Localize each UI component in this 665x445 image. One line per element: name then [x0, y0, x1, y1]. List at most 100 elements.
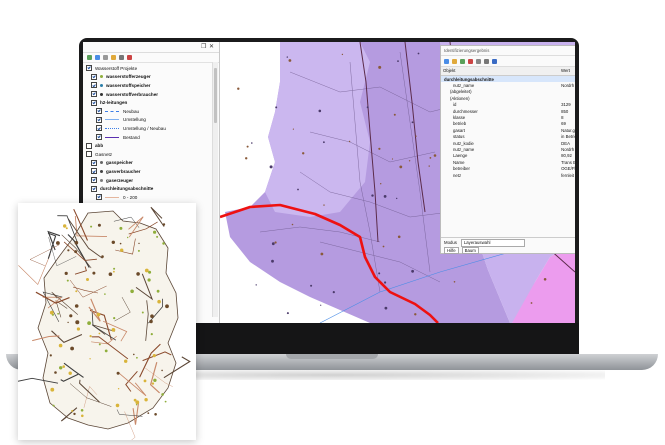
- facility-marker: [271, 242, 275, 246]
- facility-dot: [74, 240, 79, 245]
- layer-checkbox[interactable]: [96, 108, 102, 115]
- facility-dot: [144, 268, 149, 273]
- layer-row[interactable]: Neubau: [83, 107, 219, 116]
- line-symbol-icon: [105, 136, 119, 138]
- layer-row[interactable]: Gasnetz: [83, 150, 219, 159]
- facility-dot: [147, 412, 150, 414]
- remove-layer-icon[interactable]: [127, 55, 132, 60]
- layer-checkbox[interactable]: [86, 142, 92, 149]
- facility-dot: [149, 319, 153, 324]
- view-select[interactable]: Baum: [461, 247, 479, 254]
- facility-dot: [89, 335, 92, 338]
- layer-row[interactable]: Umstellung: [83, 116, 219, 125]
- layer-checkbox[interactable]: [91, 99, 97, 106]
- filter-icon[interactable]: [103, 55, 108, 60]
- attribute-row[interactable]: betreiber OGE/Fl: [441, 165, 575, 171]
- attribute-row[interactable]: Name Trans E: [441, 159, 575, 165]
- facility-marker: [411, 121, 414, 124]
- facility-dot: [56, 241, 60, 245]
- layer-row[interactable]: gasverbraucher: [83, 167, 219, 176]
- attribute-row[interactable]: betrieb 69: [441, 121, 575, 127]
- layer-checkbox[interactable]: [96, 134, 102, 141]
- identify-layer-name: durchleitungsabschnitte: [444, 76, 494, 82]
- attribute-row[interactable]: nutz_name Nordrh: [441, 146, 575, 152]
- layer-row[interactable]: gaserzeuger: [83, 176, 219, 185]
- attribute-row[interactable]: status in Betrie: [441, 134, 575, 140]
- add-group-icon[interactable]: [95, 55, 100, 60]
- attribute-row[interactable]: nutz_name Nordrh: [441, 82, 575, 88]
- layer-row[interactable]: h2-leitungen: [83, 98, 219, 107]
- layer-checkbox[interactable]: [96, 116, 102, 123]
- layer-symbol-icon: [100, 169, 103, 173]
- print-icon[interactable]: [484, 58, 489, 64]
- attribute-row[interactable]: netz fernleit: [441, 172, 575, 178]
- identify-layer-row[interactable]: durchleitungsabschnitte: [441, 76, 575, 83]
- layer-checkbox[interactable]: [96, 125, 102, 132]
- attribute-value: 69: [561, 121, 566, 127]
- attribute-row[interactable]: (Aktionen): [441, 95, 575, 101]
- facility-marker: [397, 60, 399, 62]
- mode-select[interactable]: Layerauswahl: [460, 238, 525, 247]
- scroll-thumb[interactable]: [214, 68, 217, 123]
- settings-icon[interactable]: [492, 58, 497, 64]
- layer-row[interactable]: durchleitungsabschnitte: [83, 184, 219, 193]
- collapse-tree-icon[interactable]: [452, 58, 457, 64]
- facility-dot: [70, 346, 74, 351]
- layer-group-row[interactable]: Wasserstoff Projekte: [83, 64, 219, 73]
- layer-row[interactable]: 0 - 200: [83, 193, 219, 202]
- facility-marker: [251, 142, 253, 144]
- copy-feature-icon[interactable]: [476, 58, 481, 64]
- layer-row[interactable]: wasserstoffspeicher: [83, 81, 219, 90]
- facility-marker: [396, 197, 398, 200]
- close-icon[interactable]: ✕: [209, 44, 214, 50]
- layer-row[interactable]: Umstellung / Neubau: [83, 124, 219, 133]
- layer-checkbox[interactable]: [91, 177, 97, 184]
- layer-row[interactable]: wasserstofferzeuger: [83, 73, 219, 82]
- layer-checkbox[interactable]: [86, 65, 92, 72]
- clear-results-icon[interactable]: [468, 58, 473, 64]
- open-layer-styling-icon[interactable]: [87, 55, 92, 60]
- layer-checkbox[interactable]: [91, 168, 97, 175]
- attribute-row[interactable]: gasart Natur.g: [441, 127, 575, 133]
- attribute-value: Trans E: [561, 159, 575, 165]
- attribute-name: Laenge: [453, 153, 468, 159]
- expand-tree-icon[interactable]: [444, 58, 449, 64]
- facility-marker: [433, 154, 437, 157]
- attribute-row[interactable]: durchmesser 850: [441, 108, 575, 114]
- attribute-row[interactable]: Laenge 80,92: [441, 153, 575, 159]
- attribute-row[interactable]: klasse 8: [441, 114, 575, 120]
- expand-all-icon[interactable]: [111, 55, 116, 60]
- facility-marker: [302, 152, 305, 155]
- layer-checkbox[interactable]: [91, 91, 97, 98]
- attribute-row[interactable]: nutz_kodie DEA: [441, 140, 575, 146]
- facility-dot: [120, 248, 124, 252]
- layer-row[interactable]: gasspeicher: [83, 159, 219, 168]
- layers-scrollbar[interactable]: [212, 62, 218, 317]
- expand-new-icon[interactable]: [460, 58, 465, 64]
- facility-dot: [67, 321, 69, 324]
- help-button[interactable]: Hilfe: [444, 247, 459, 254]
- layer-checkbox[interactable]: [91, 185, 97, 192]
- layer-row[interactable]: abb: [83, 141, 219, 150]
- layer-row[interactable]: wasserstoffverbraucher: [83, 90, 219, 99]
- facility-dot: [133, 353, 135, 356]
- facility-marker: [310, 284, 313, 287]
- facility-marker: [428, 165, 430, 167]
- attribute-row[interactable]: (abgeleitet): [441, 89, 575, 95]
- facility-dot: [98, 343, 101, 346]
- facility-dot: [135, 404, 138, 406]
- layer-checkbox[interactable]: [86, 151, 92, 158]
- layer-checkbox[interactable]: [91, 73, 97, 80]
- attribute-row[interactable]: id 3129: [441, 102, 575, 108]
- attribute-name: nutz_kodie: [453, 140, 474, 146]
- facility-dot: [162, 223, 166, 226]
- facility-marker: [297, 188, 299, 191]
- layer-row[interactable]: Bestand: [83, 133, 219, 142]
- layer-checkbox[interactable]: [96, 194, 102, 201]
- float-icon[interactable]: ❐: [201, 44, 206, 50]
- layer-checkbox[interactable]: [91, 82, 97, 89]
- laptop-notch: [286, 354, 378, 359]
- layer-checkbox[interactable]: [91, 159, 97, 166]
- collapse-all-icon[interactable]: [119, 55, 124, 60]
- attribute-name: betreiber: [453, 166, 470, 172]
